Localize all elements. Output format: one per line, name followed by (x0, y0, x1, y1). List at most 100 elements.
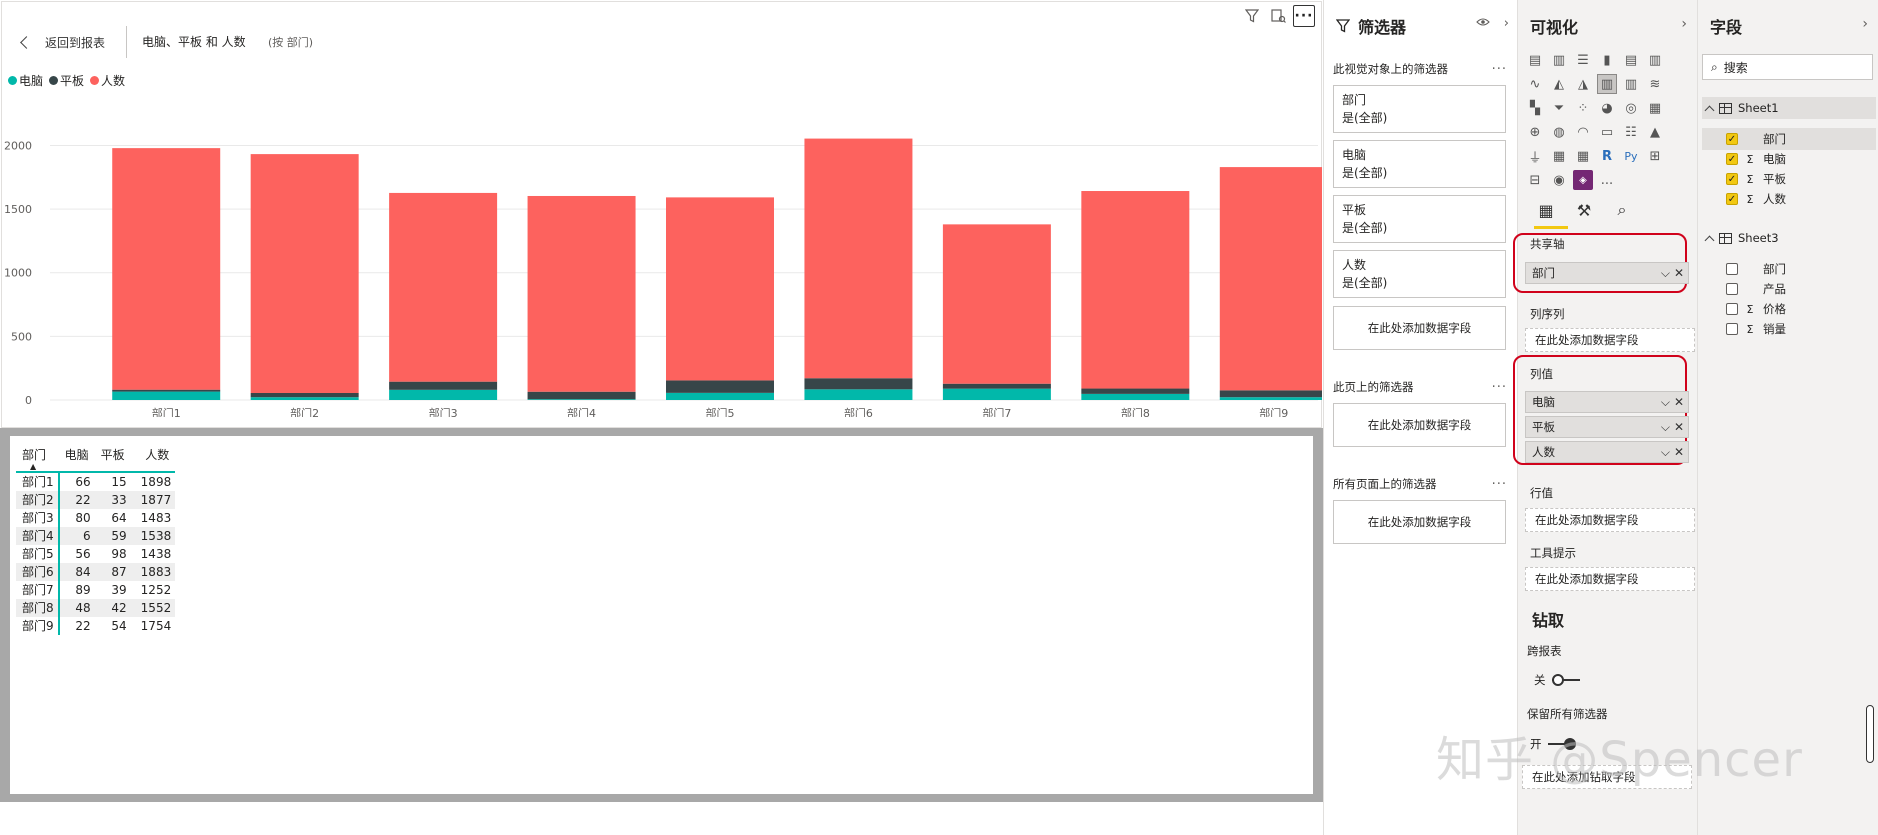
column-value-pill-tablet[interactable]: 平板 ⌵ ✕ (1525, 416, 1689, 438)
filter-card-computer[interactable]: 电脑 是(全部) (1333, 140, 1506, 188)
multi-row-card-icon[interactable]: ☷ (1621, 122, 1641, 142)
filled-map-icon[interactable]: ◍ (1549, 122, 1569, 142)
bar-segment[interactable] (112, 148, 221, 390)
field-checkbox[interactable] (1726, 323, 1738, 335)
legend-item[interactable]: 平板 (49, 72, 84, 89)
ribbon-chart-icon[interactable]: ≋ (1645, 74, 1665, 94)
map-icon[interactable]: ⊕ (1525, 122, 1545, 142)
column-header-tablet[interactable]: 平板 (95, 444, 131, 472)
funnel-chart-icon[interactable]: ⏷ (1549, 98, 1569, 118)
bar-segment[interactable] (250, 154, 359, 393)
key-influencers-icon[interactable]: ⊞ (1645, 146, 1665, 166)
area-chart-icon[interactable]: ◭ (1549, 74, 1569, 94)
bar-segment[interactable] (1081, 191, 1190, 389)
column-header-people[interactable]: 人数 (131, 444, 176, 472)
field-item[interactable]: ✓ Σ 平板 (1726, 168, 1876, 190)
decomposition-tree-icon[interactable]: ⊟ (1525, 170, 1545, 190)
python-visual-icon[interactable]: Py (1621, 146, 1641, 166)
column-value-pill-people[interactable]: 人数 ⌵ ✕ (1525, 441, 1689, 463)
bar-segment[interactable] (250, 397, 359, 400)
page-filters-more-icon[interactable]: ... (1492, 376, 1507, 391)
fields-tab-icon[interactable]: ▦ (1534, 198, 1558, 222)
row-values-drop-zone[interactable]: 在此处添加数据字段 (1525, 508, 1695, 532)
line-clustered-column-icon[interactable]: ▥ (1621, 74, 1641, 94)
fields-scrollbar[interactable] (1866, 705, 1874, 763)
tooltips-drop-zone[interactable]: 在此处添加数据字段 (1525, 567, 1695, 591)
field-checkbox[interactable]: ✓ (1726, 173, 1738, 185)
column-series-drop-zone[interactable]: 在此处添加数据字段 (1525, 328, 1695, 352)
bar-segment[interactable] (1081, 388, 1190, 394)
pie-chart-icon[interactable]: ◕ (1597, 98, 1617, 118)
field-item[interactable]: Σ 销量 (1726, 318, 1876, 340)
bar-segment[interactable] (1081, 393, 1190, 400)
waterfall-icon[interactable]: ▚ (1525, 98, 1545, 118)
back-to-report-button[interactable]: 返回到报表 (16, 28, 105, 56)
stacked-area-icon[interactable]: ◮ (1573, 74, 1593, 94)
all-pages-filters-more-icon[interactable]: ... (1492, 473, 1507, 488)
bar-segment[interactable] (666, 380, 774, 393)
visual-filter-drop-zone[interactable]: 在此处添加数据字段 (1333, 306, 1506, 350)
matrix-icon[interactable]: ▦ (1573, 146, 1593, 166)
clustered-column-icon[interactable]: ▮ (1597, 50, 1617, 70)
bar-segment[interactable] (804, 378, 913, 390)
table-node-sheet1[interactable]: Sheet1 (1702, 97, 1876, 119)
format-paint-roller-icon[interactable]: ⚒ (1572, 198, 1596, 222)
bar-segment[interactable] (666, 197, 774, 381)
field-item[interactable]: Σ 价格 (1726, 298, 1876, 320)
filter-icon[interactable] (1241, 5, 1263, 27)
bar-segment[interactable] (389, 192, 498, 382)
table-visual-icon[interactable]: ▦ (1549, 146, 1569, 166)
qa-visual-icon[interactable]: ◉ (1549, 170, 1569, 190)
bar-segment[interactable] (804, 138, 913, 379)
more-options-icon[interactable]: ··· (1293, 5, 1315, 27)
bar-segment[interactable] (942, 388, 1051, 400)
field-item[interactable]: ✓ 部门 (1702, 128, 1876, 150)
100-stacked-bar-icon[interactable]: ▤ (1621, 50, 1641, 70)
field-checkbox[interactable] (1726, 283, 1738, 295)
bar-segment[interactable] (804, 389, 913, 400)
line-stacked-column-icon[interactable]: ▥ (1597, 74, 1617, 94)
filter-card-dept[interactable]: 部门 是(全部) (1333, 85, 1506, 133)
drill-table-icon[interactable] (1267, 5, 1289, 27)
page-filter-drop-zone[interactable]: 在此处添加数据字段 (1333, 403, 1506, 447)
column-header-dept[interactable]: 部门 ▲ (16, 444, 59, 472)
bar-segment[interactable] (1219, 397, 1322, 400)
close-icon[interactable]: ✕ (1674, 395, 1684, 409)
field-item[interactable]: 部门 (1726, 258, 1876, 280)
chevron-right-icon[interactable]: › (1681, 16, 1687, 32)
gauge-icon[interactable]: ◠ (1573, 122, 1593, 142)
bar-segment[interactable] (527, 195, 636, 392)
keep-filters-toggle[interactable]: 开 (1530, 736, 1576, 752)
field-item[interactable]: 产品 (1726, 278, 1876, 300)
legend-item[interactable]: 人数 (90, 72, 125, 89)
scatter-chart-icon[interactable]: ⁘ (1573, 98, 1593, 118)
chevron-right-icon[interactable]: › (1504, 16, 1509, 31)
chevron-down-icon[interactable]: ⌵ (1661, 266, 1670, 281)
bar-segment[interactable] (250, 393, 359, 398)
chevron-right-icon[interactable]: › (1862, 16, 1868, 32)
field-checkbox[interactable]: ✓ (1726, 193, 1738, 205)
filter-card-people[interactable]: 人数 是(全部) (1333, 250, 1506, 298)
close-icon[interactable]: ✕ (1674, 266, 1684, 280)
field-item[interactable]: ✓ Σ 电脑 (1726, 148, 1876, 170)
close-icon[interactable]: ✕ (1674, 420, 1684, 434)
bar-segment[interactable] (527, 391, 636, 400)
drillthrough-drop-zone[interactable]: 在此处添加钻取字段 (1522, 765, 1692, 789)
fields-search-input[interactable]: ⌕ 搜索 (1702, 54, 1873, 80)
kpi-icon[interactable]: ▲ (1645, 122, 1665, 142)
chevron-down-icon[interactable]: ⌵ (1661, 395, 1670, 410)
bar-segment[interactable] (389, 381, 498, 390)
treemap-icon[interactable]: ▦ (1645, 98, 1665, 118)
stacked-bar-icon[interactable]: ▤ (1525, 50, 1545, 70)
more-visuals-icon[interactable]: ... (1597, 170, 1617, 190)
field-checkbox[interactable]: ✓ (1726, 133, 1738, 145)
bar-segment[interactable] (942, 383, 1051, 389)
100-stacked-column-icon[interactable]: ▥ (1645, 50, 1665, 70)
slicer-icon[interactable]: ⏚ (1525, 146, 1545, 166)
visual-filters-more-icon[interactable]: ... (1492, 58, 1507, 73)
power-apps-icon[interactable]: ◈ (1573, 170, 1593, 190)
bar-segment[interactable] (389, 389, 498, 400)
chevron-down-icon[interactable]: ⌵ (1661, 420, 1670, 435)
filter-card-tablet[interactable]: 平板 是(全部) (1333, 195, 1506, 243)
field-checkbox[interactable]: ✓ (1726, 153, 1738, 165)
